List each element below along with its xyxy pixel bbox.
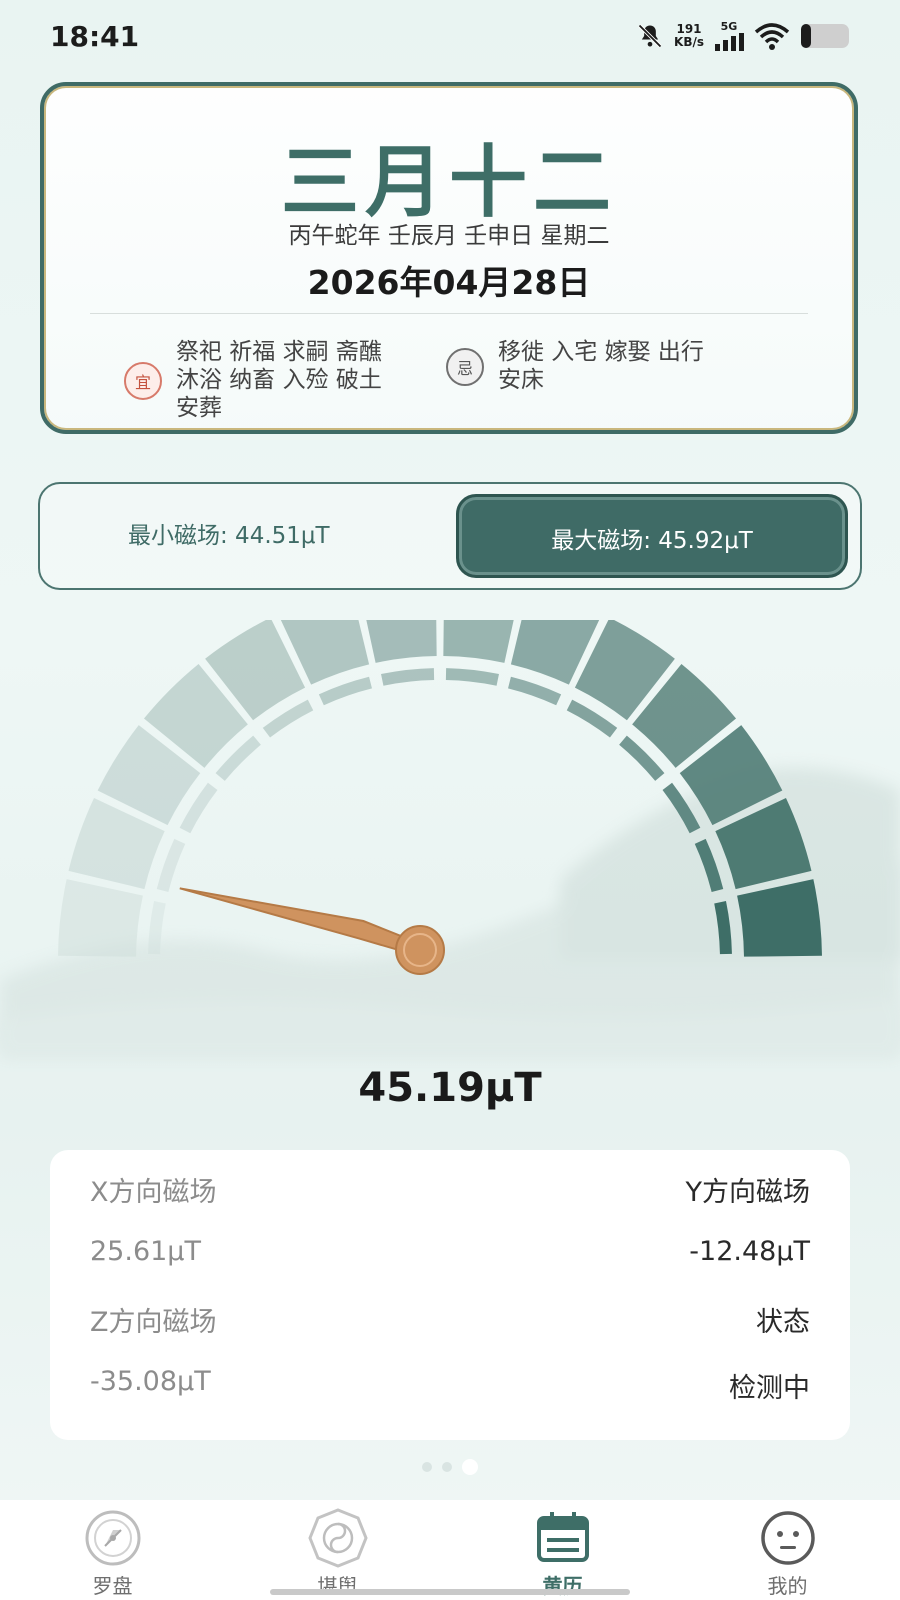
face-icon bbox=[760, 1511, 815, 1565]
net-type: 5G bbox=[720, 20, 738, 33]
magnetic-gauge bbox=[0, 620, 900, 1060]
gauge-inner-segment bbox=[445, 668, 499, 686]
tab-label: 罗盘 bbox=[92, 1574, 133, 1598]
bottom-tab-bar: 罗盘 堪舆 黄历 我的 bbox=[0, 1500, 900, 1600]
wifi-icon bbox=[754, 22, 790, 50]
status-icons: 191 KB/s 5G bbox=[636, 20, 852, 51]
card-divider bbox=[90, 313, 808, 314]
net-speed: 191 KB/s bbox=[674, 21, 704, 49]
gauge-inner-segment bbox=[318, 676, 372, 706]
x-field-value: 25.61μT bbox=[90, 1236, 201, 1267]
readings-card: X方向磁场 Y方向磁场 25.61μT -12.48μT Z方向磁场 状态 -3… bbox=[50, 1150, 850, 1440]
gauge-inner-segment bbox=[381, 668, 435, 686]
home-indicator[interactable] bbox=[270, 1589, 630, 1595]
gauge-segment bbox=[366, 620, 437, 663]
page-dot-active[interactable] bbox=[462, 1459, 478, 1475]
yi-activities: 祭祀 祈福 求嗣 斋醮 沐浴 纳畜 入殓 破土 安葬 bbox=[176, 339, 382, 421]
min-field-label[interactable]: 最小磁场: 44.51μT bbox=[128, 516, 330, 550]
gauge-inner-segment bbox=[508, 676, 562, 706]
solar-date: 2026年04月28日 bbox=[307, 263, 591, 302]
y-field-value: -12.48μT bbox=[689, 1236, 810, 1267]
status-bar: 18:41 191 KB/s 5G bbox=[0, 0, 900, 72]
signal-group: 5G bbox=[714, 20, 744, 51]
bell-off-icon bbox=[638, 23, 662, 48]
status-time: 18:41 bbox=[50, 20, 140, 53]
y-field-label: Y方向磁场 bbox=[685, 1177, 811, 1208]
gauge-segment bbox=[58, 879, 143, 957]
battery-icon bbox=[801, 23, 849, 48]
bagua-icon bbox=[307, 1508, 368, 1568]
gauge-segment bbox=[443, 620, 514, 663]
signal-icon bbox=[715, 33, 744, 51]
page-indicator bbox=[0, 1459, 900, 1475]
tab-label: 我的 bbox=[767, 1574, 808, 1598]
tab-mine[interactable]: 我的 bbox=[675, 1500, 900, 1600]
page-dot[interactable] bbox=[442, 1462, 452, 1472]
z-field-label: Z方向磁场 bbox=[90, 1307, 217, 1338]
ji-badge: 忌 bbox=[446, 348, 484, 386]
page-dot[interactable] bbox=[422, 1462, 432, 1472]
tab-kanyu[interactable]: 堪舆 bbox=[225, 1500, 450, 1600]
almanac-card: 三月十二 丙午蛇年 壬辰月 壬申日 星期二 2026年04月28日 宜 祭祀 祈… bbox=[40, 82, 858, 434]
status-value: 检测中 bbox=[729, 1373, 810, 1404]
tab-almanac[interactable]: 黄历 bbox=[450, 1500, 675, 1600]
yi-badge: 宜 bbox=[124, 362, 162, 400]
max-field-pill[interactable]: 最大磁场: 45.92μT bbox=[456, 494, 848, 578]
tab-compass[interactable]: 罗盘 bbox=[0, 1500, 225, 1600]
gauge-inner-segment bbox=[156, 838, 186, 892]
current-field-value: 45.19μT bbox=[358, 1065, 542, 1111]
max-field-label: 最大磁场: 45.92μT bbox=[551, 528, 753, 554]
compass-icon bbox=[85, 1510, 140, 1566]
z-field-value: -35.08μT bbox=[90, 1366, 211, 1397]
x-field-label: X方向磁场 bbox=[90, 1177, 217, 1208]
calendar-icon bbox=[536, 1512, 589, 1562]
ganzhi-date: 丙午蛇年 壬辰月 壬申日 星期二 bbox=[288, 223, 610, 249]
ji-activities: 移徙 入宅 嫁娶 出行 安床 bbox=[498, 339, 704, 393]
field-range-bar: 最小磁场: 44.51μT 最大磁场: 45.92μT bbox=[38, 482, 862, 590]
status-label: 状态 bbox=[756, 1307, 810, 1338]
